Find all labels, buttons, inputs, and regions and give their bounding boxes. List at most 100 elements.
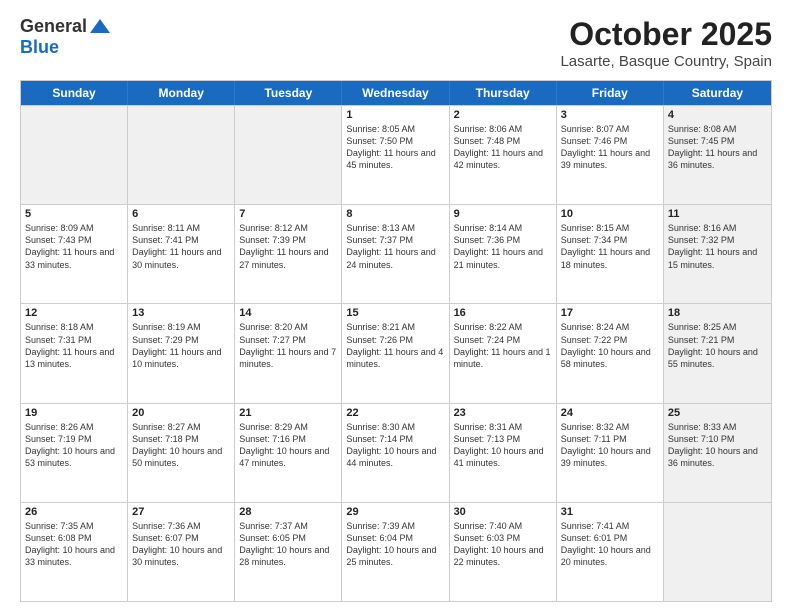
calendar-header: SundayMondayTuesdayWednesdayThursdayFrid… <box>21 81 771 105</box>
cell-info: Sunrise: 8:22 AMSunset: 7:24 PMDaylight:… <box>454 321 552 370</box>
cell-info: Sunrise: 8:20 AMSunset: 7:27 PMDaylight:… <box>239 321 337 370</box>
calendar-cell-r4c5: 31 Sunrise: 7:41 AMSunset: 6:01 PMDayligh… <box>557 503 664 601</box>
calendar-cell-r3c5: 24Sunrise: 8:32 AMSunset: 7:11 PMDayligh… <box>557 404 664 502</box>
day-number: 25 <box>668 407 767 419</box>
header-day-thursday: Thursday <box>450 81 557 105</box>
calendar-cell-r2c3: 15 Sunrise: 8:21 AMSunset: 7:26 PMDayligh… <box>342 304 449 402</box>
calendar-cell-r0c3: 1 Sunrise: 8:05 AMSunset: 7:50 PMDaylight… <box>342 106 449 204</box>
header-day-wednesday: Wednesday <box>342 81 449 105</box>
calendar-cell-r0c0 <box>21 106 128 204</box>
calendar-cell-r1c6: 11 Sunrise: 8:16 AMSunset: 7:32 PMDayligh… <box>664 205 771 303</box>
cell-info: Sunrise: 7:41 AMSunset: 6:01 PMDaylight:… <box>561 520 659 569</box>
day-number: 8 <box>346 208 444 220</box>
day-number: 26 <box>25 506 123 518</box>
day-number: 28 <box>239 506 337 518</box>
header-day-sunday: Sunday <box>21 81 128 105</box>
day-number: 14 <box>239 307 337 319</box>
calendar-body: 1 Sunrise: 8:05 AMSunset: 7:50 PMDaylight… <box>21 105 771 601</box>
logo-triangle-icon <box>90 19 110 33</box>
day-number: 11 <box>668 208 767 220</box>
day-number: 30 <box>454 506 552 518</box>
day-number: 23 <box>454 407 552 419</box>
header: General Blue October 2025 Lasarte, Basqu… <box>20 16 772 70</box>
day-number: 2 <box>454 109 552 121</box>
day-number: 15 <box>346 307 444 319</box>
cell-info: Sunrise: 8:08 AMSunset: 7:45 PMDaylight:… <box>668 123 767 172</box>
day-number: 21 <box>239 407 337 419</box>
cell-info: Sunrise: 8:07 AMSunset: 7:46 PMDaylight:… <box>561 123 659 172</box>
day-number: 1 <box>346 109 444 121</box>
calendar-row-1: 1 Sunrise: 8:05 AMSunset: 7:50 PMDaylight… <box>21 105 771 204</box>
calendar-cell-r3c1: 20 Sunrise: 8:27 AMSunset: 7:18 PMDayligh… <box>128 404 235 502</box>
calendar-cell-r2c2: 14 Sunrise: 8:20 AMSunset: 7:27 PMDayligh… <box>235 304 342 402</box>
day-number: 29 <box>346 506 444 518</box>
calendar-cell-r3c2: 21Sunrise: 8:29 AMSunset: 7:16 PMDayligh… <box>235 404 342 502</box>
cell-info: Sunrise: 8:12 AMSunset: 7:39 PMDaylight:… <box>239 222 337 271</box>
day-number: 9 <box>454 208 552 220</box>
day-number: 13 <box>132 307 230 319</box>
header-day-friday: Friday <box>557 81 664 105</box>
calendar-cell-r4c4: 30 Sunrise: 7:40 AMSunset: 6:03 PMDayligh… <box>450 503 557 601</box>
calendar-cell-r4c1: 27Sunrise: 7:36 AMSunset: 6:07 PMDayligh… <box>128 503 235 601</box>
day-number: 31 <box>561 506 659 518</box>
calendar-row-2: 5 Sunrise: 8:09 AMSunset: 7:43 PMDaylight… <box>21 204 771 303</box>
cell-info: Sunrise: 8:32 AMSunset: 7:11 PMDaylight:… <box>561 421 659 470</box>
day-number: 5 <box>25 208 123 220</box>
calendar-cell-r2c1: 13Sunrise: 8:19 AMSunset: 7:29 PMDayligh… <box>128 304 235 402</box>
header-day-saturday: Saturday <box>664 81 771 105</box>
calendar-cell-r0c4: 2Sunrise: 8:06 AMSunset: 7:48 PMDaylight… <box>450 106 557 204</box>
cell-info: Sunrise: 8:25 AMSunset: 7:21 PMDaylight:… <box>668 321 767 370</box>
cell-info: Sunrise: 8:14 AMSunset: 7:36 PMDaylight:… <box>454 222 552 271</box>
calendar-cell-r0c5: 3 Sunrise: 8:07 AMSunset: 7:46 PMDaylight… <box>557 106 664 204</box>
day-number: 20 <box>132 407 230 419</box>
cell-info: Sunrise: 8:24 AMSunset: 7:22 PMDaylight:… <box>561 321 659 370</box>
calendar-row-5: 26Sunrise: 7:35 AMSunset: 6:08 PMDayligh… <box>21 502 771 601</box>
logo-blue: Blue <box>20 37 59 58</box>
day-number: 10 <box>561 208 659 220</box>
calendar-cell-r1c5: 10 Sunrise: 8:15 AMSunset: 7:34 PMDayligh… <box>557 205 664 303</box>
day-number: 22 <box>346 407 444 419</box>
header-day-monday: Monday <box>128 81 235 105</box>
calendar-cell-r1c2: 7Sunrise: 8:12 AMSunset: 7:39 PMDaylight… <box>235 205 342 303</box>
calendar-cell-r2c0: 12Sunrise: 8:18 AMSunset: 7:31 PMDayligh… <box>21 304 128 402</box>
cell-info: Sunrise: 7:37 AMSunset: 6:05 PMDaylight:… <box>239 520 337 569</box>
calendar-cell-r0c1 <box>128 106 235 204</box>
header-day-tuesday: Tuesday <box>235 81 342 105</box>
cell-info: Sunrise: 8:05 AMSunset: 7:50 PMDaylight:… <box>346 123 444 172</box>
day-number: 3 <box>561 109 659 121</box>
cell-info: Sunrise: 8:15 AMSunset: 7:34 PMDaylight:… <box>561 222 659 271</box>
calendar-cell-r4c2: 28 Sunrise: 7:37 AMSunset: 6:05 PMDayligh… <box>235 503 342 601</box>
calendar: SundayMondayTuesdayWednesdayThursdayFrid… <box>20 80 772 602</box>
cell-info: Sunrise: 8:11 AMSunset: 7:41 PMDaylight:… <box>132 222 230 271</box>
calendar-cell-r4c0: 26Sunrise: 7:35 AMSunset: 6:08 PMDayligh… <box>21 503 128 601</box>
calendar-cell-r4c6 <box>664 503 771 601</box>
cell-info: Sunrise: 7:39 AMSunset: 6:04 PMDaylight:… <box>346 520 444 569</box>
cell-info: Sunrise: 8:09 AMSunset: 7:43 PMDaylight:… <box>25 222 123 271</box>
day-number: 27 <box>132 506 230 518</box>
calendar-cell-r3c6: 25 Sunrise: 8:33 AMSunset: 7:10 PMDayligh… <box>664 404 771 502</box>
cell-info: Sunrise: 8:33 AMSunset: 7:10 PMDaylight:… <box>668 421 767 470</box>
day-number: 16 <box>454 307 552 319</box>
location-title: Lasarte, Basque Country, Spain <box>560 53 772 70</box>
cell-info: Sunrise: 8:16 AMSunset: 7:32 PMDaylight:… <box>668 222 767 271</box>
day-number: 18 <box>668 307 767 319</box>
calendar-cell-r2c5: 17Sunrise: 8:24 AMSunset: 7:22 PMDayligh… <box>557 304 664 402</box>
calendar-cell-r2c6: 18 Sunrise: 8:25 AMSunset: 7:21 PMDayligh… <box>664 304 771 402</box>
calendar-cell-r1c4: 9 Sunrise: 8:14 AMSunset: 7:36 PMDaylight… <box>450 205 557 303</box>
day-number: 6 <box>132 208 230 220</box>
cell-info: Sunrise: 8:18 AMSunset: 7:31 PMDaylight:… <box>25 321 123 370</box>
cell-info: Sunrise: 8:27 AMSunset: 7:18 PMDaylight:… <box>132 421 230 470</box>
calendar-row-3: 12Sunrise: 8:18 AMSunset: 7:31 PMDayligh… <box>21 303 771 402</box>
logo-general: General <box>20 16 87 37</box>
cell-info: Sunrise: 8:21 AMSunset: 7:26 PMDaylight:… <box>346 321 444 370</box>
calendar-cell-r0c2 <box>235 106 342 204</box>
day-number: 4 <box>668 109 767 121</box>
calendar-row-4: 19Sunrise: 8:26 AMSunset: 7:19 PMDayligh… <box>21 403 771 502</box>
month-title: October 2025 <box>560 16 772 53</box>
cell-info: Sunrise: 7:40 AMSunset: 6:03 PMDaylight:… <box>454 520 552 569</box>
calendar-cell-r3c3: 22 Sunrise: 8:30 AMSunset: 7:14 PMDayligh… <box>342 404 449 502</box>
day-number: 19 <box>25 407 123 419</box>
cell-info: Sunrise: 8:30 AMSunset: 7:14 PMDaylight:… <box>346 421 444 470</box>
calendar-cell-r1c0: 5 Sunrise: 8:09 AMSunset: 7:43 PMDaylight… <box>21 205 128 303</box>
calendar-cell-r3c4: 23Sunrise: 8:31 AMSunset: 7:13 PMDayligh… <box>450 404 557 502</box>
